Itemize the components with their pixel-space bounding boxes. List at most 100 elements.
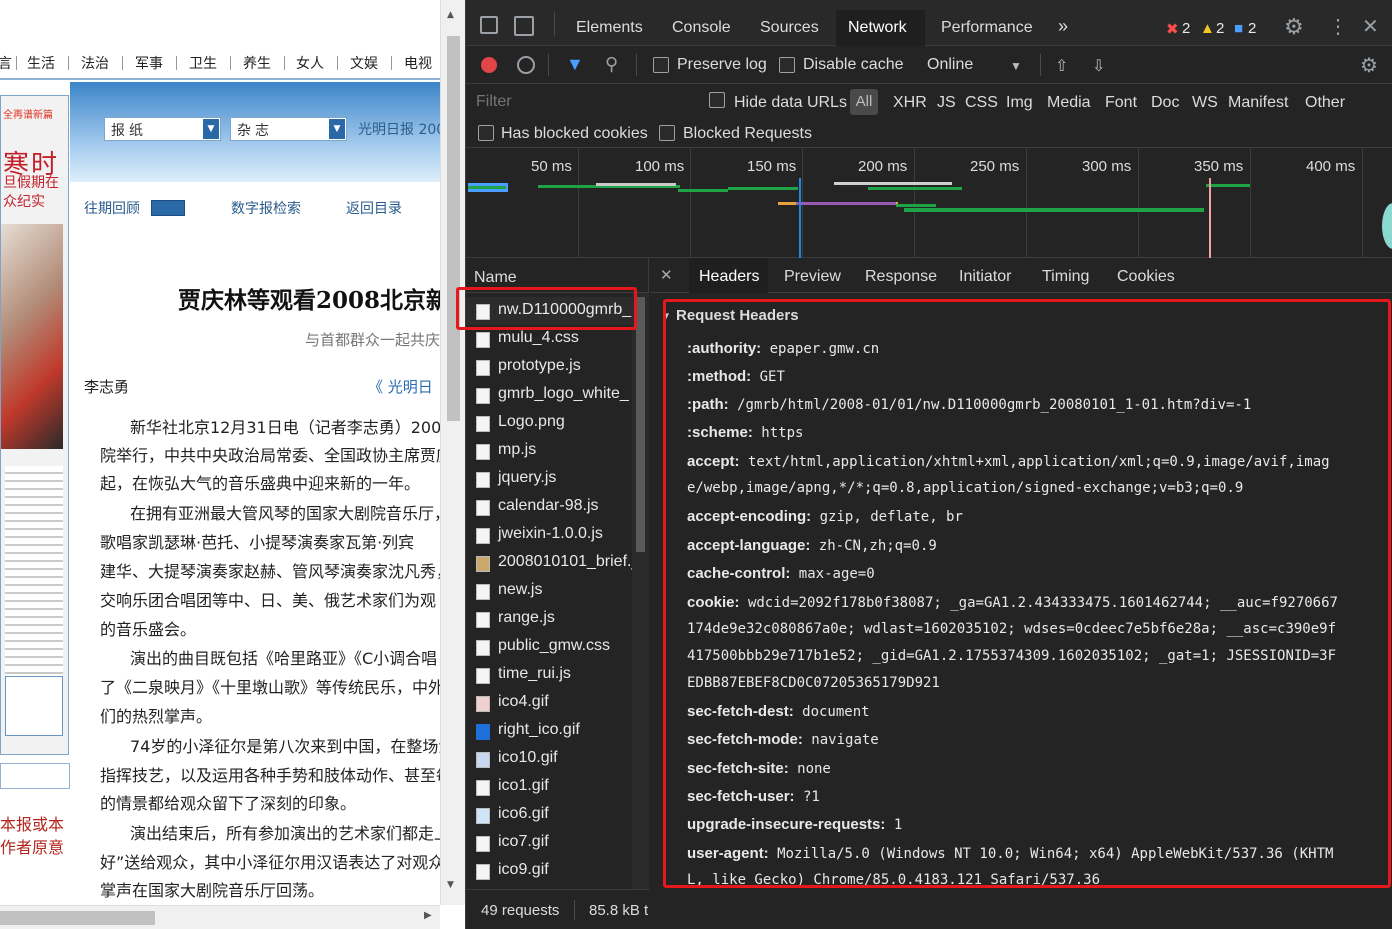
clear-icon[interactable] (517, 56, 535, 74)
magazine-select[interactable]: 杂志 ▼ (230, 117, 347, 141)
has-blocked-cookies-checkbox[interactable] (478, 125, 494, 141)
close-icon[interactable]: ✕ (1362, 14, 1379, 39)
page-horizontal-scrollbar[interactable]: ▶ (0, 905, 440, 929)
filter-other[interactable]: Other (1305, 94, 1345, 112)
nav-item-life[interactable]: 生活 (27, 53, 55, 73)
request-row[interactable]: time_rui.js (466, 661, 632, 689)
nav-item-wellness[interactable]: 养生 (243, 53, 271, 73)
network-settings-gear-icon[interactable]: ⚙ (1360, 53, 1378, 78)
request-row[interactable]: prototype.js (466, 353, 632, 381)
filter-css[interactable]: CSS (965, 94, 998, 112)
tab-preview[interactable]: Preview (784, 268, 841, 286)
request-row[interactable]: public_gmw.css (466, 633, 632, 661)
request-row[interactable]: ico7.gif (466, 829, 632, 857)
import-har-icon[interactable]: ⇧ (1055, 56, 1068, 76)
request-row[interactable]: ico10.gif (466, 745, 632, 773)
newspaper-thumbnail[interactable]: 全再谱新篇 寒时 旦假期在 众纪实 (0, 95, 69, 755)
scroll-up-icon[interactable]: ▲ (447, 10, 454, 20)
nav-item-fragment[interactable]: 言 (0, 53, 12, 73)
tab-cookies[interactable]: Cookies (1117, 268, 1175, 286)
export-har-icon[interactable]: ⇩ (1092, 56, 1105, 76)
tab-performance[interactable]: Performance (941, 19, 1033, 37)
more-options-icon[interactable]: ⋮ (1328, 14, 1348, 39)
request-row[interactable]: Logo.png (466, 409, 632, 437)
timeline-tick: 200 ms (858, 158, 908, 175)
filter-funnel-icon[interactable]: ▼ (566, 54, 584, 75)
blocked-requests-checkbox[interactable] (659, 125, 675, 141)
tab-network[interactable]: Network (848, 19, 907, 37)
scroll-right-icon[interactable]: ▶ (424, 910, 432, 921)
hide-data-urls-checkbox[interactable] (709, 92, 725, 108)
filter-font[interactable]: Font (1105, 94, 1137, 112)
throttling-select[interactable]: Online (927, 56, 973, 74)
scroll-thumb[interactable] (636, 297, 645, 552)
nav-item-law[interactable]: 法治 (81, 53, 109, 73)
chevron-down-icon[interactable]: ▼ (1010, 59, 1022, 73)
filter-media[interactable]: Media (1047, 94, 1091, 112)
calendar-icon[interactable] (151, 200, 185, 216)
filter-xhr[interactable]: XHR (893, 94, 927, 112)
link-search[interactable]: 数字报检索 (231, 198, 301, 218)
request-row[interactable]: ico4.gif (466, 689, 632, 717)
newspaper-select[interactable]: 报纸 ▼ (104, 117, 221, 141)
file-icon (476, 444, 490, 460)
left-input-box[interactable] (0, 763, 70, 789)
request-row[interactable]: jweixin-1.0.0.js (466, 521, 632, 549)
tab-elements[interactable]: Elements (576, 19, 643, 37)
network-overview-timeline[interactable]: 50 ms 100 ms 150 ms 200 ms 250 ms 300 ms… (466, 148, 1392, 258)
request-row[interactable]: ico9.gif (466, 857, 632, 885)
filter-input[interactable] (472, 89, 690, 115)
scroll-thumb[interactable] (447, 36, 460, 421)
tab-response[interactable]: Response (865, 268, 937, 286)
request-list-scrollbar[interactable] (632, 293, 649, 889)
preserve-log-checkbox[interactable] (653, 57, 669, 73)
tab-sources[interactable]: Sources (760, 19, 819, 37)
source-link[interactable]: 《 光明日 (368, 376, 433, 397)
more-tabs-icon[interactable]: » (1058, 16, 1068, 37)
settings-gear-icon[interactable]: ⚙ (1284, 14, 1304, 40)
nav-item-tv[interactable]: 电视 (404, 53, 432, 73)
request-row[interactable]: ico6.gif (466, 801, 632, 829)
request-row[interactable]: jquery.js (466, 465, 632, 493)
tab-headers[interactable]: Headers (699, 268, 759, 286)
timeline-tick: 50 ms (531, 158, 572, 175)
filter-all-button[interactable]: All (850, 89, 878, 115)
inspect-element-icon[interactable] (480, 16, 498, 34)
disable-cache-checkbox[interactable] (779, 57, 795, 73)
request-row[interactable]: gmrb_logo_white_ (466, 381, 632, 409)
request-row[interactable]: right_ico.gif (466, 717, 632, 745)
timeline-tick: 300 ms (1082, 158, 1132, 175)
device-toolbar-icon[interactable] (514, 16, 534, 36)
tab-console[interactable]: Console (672, 19, 731, 37)
filter-img[interactable]: Img (1006, 94, 1033, 112)
scroll-down-icon[interactable]: ▼ (447, 880, 454, 890)
record-icon[interactable] (481, 57, 497, 73)
request-row[interactable]: mp.js (466, 437, 632, 465)
link-past-issues[interactable]: 往期回顾 (84, 198, 140, 218)
nav-item-health[interactable]: 卫生 (189, 53, 217, 73)
request-row[interactable]: 2008010101_brief.j (466, 549, 632, 577)
nav-item-women[interactable]: 女人 (296, 53, 324, 73)
search-icon[interactable]: ⚲ (605, 54, 618, 75)
filter-ws[interactable]: WS (1192, 94, 1218, 112)
message-count[interactable]: 2 (1248, 20, 1256, 37)
filter-js[interactable]: JS (937, 94, 956, 112)
request-row[interactable]: calendar-98.js (466, 493, 632, 521)
nav-item-entertainment[interactable]: 文娱 (350, 53, 378, 73)
filter-doc[interactable]: Doc (1151, 94, 1179, 112)
warning-count[interactable]: 2 (1216, 20, 1224, 37)
error-icon: ✖ (1166, 21, 1179, 38)
tab-initiator[interactable]: Initiator (959, 268, 1011, 286)
request-row[interactable]: new.js (466, 577, 632, 605)
error-count[interactable]: 2 (1182, 20, 1190, 37)
page-vertical-scrollbar[interactable]: ▲ ▼ (440, 0, 465, 905)
tab-timing[interactable]: Timing (1042, 268, 1089, 286)
filter-manifest[interactable]: Manifest (1228, 94, 1288, 112)
close-icon[interactable]: ✕ (660, 266, 673, 284)
scroll-thumb[interactable] (0, 911, 155, 925)
paragraph-line: 了《二泉映月》《十里墩山歌》等传统民乐，中外 (100, 678, 445, 697)
nav-item-military[interactable]: 军事 (135, 53, 163, 73)
request-row[interactable]: ico1.gif (466, 773, 632, 801)
link-back-to-index[interactable]: 返回目录 (346, 198, 402, 218)
request-row[interactable]: range.js (466, 605, 632, 633)
